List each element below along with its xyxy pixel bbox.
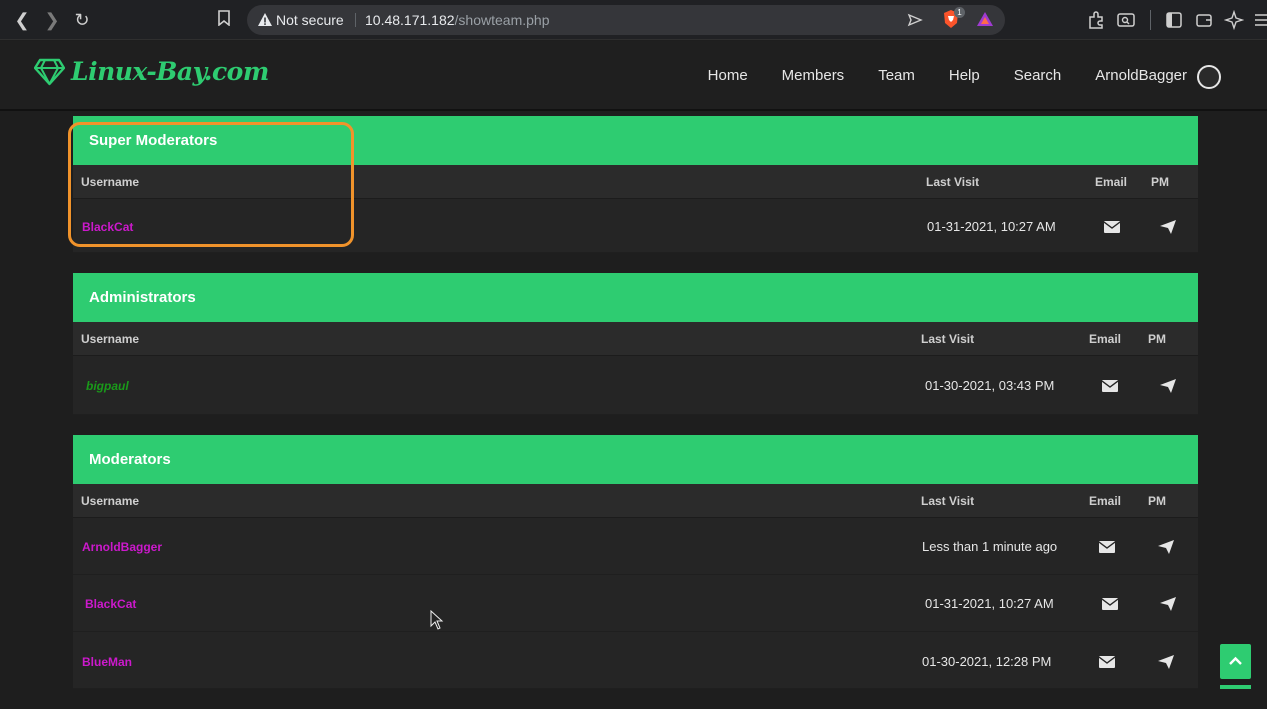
logo-text: Linux-Bay.com: [71, 57, 269, 86]
mouse-cursor: [430, 610, 444, 630]
col-last-visit: Last Visit: [921, 332, 975, 346]
main-nav: Home Members Team Help Search ArnoldBagg…: [674, 67, 1187, 84]
table-row: BlackCat 01-31-2021, 10:27 AM: [73, 575, 1198, 632]
email-icon[interactable]: [1099, 540, 1115, 554]
rewards-icon[interactable]: [976, 11, 994, 27]
nav-team[interactable]: Team: [878, 67, 915, 84]
scroll-button-edge[interactable]: [1220, 685, 1251, 689]
forward-icon[interactable]: ❯: [40, 8, 64, 32]
extensions-icon[interactable]: [1086, 10, 1106, 30]
col-username: Username: [81, 332, 140, 346]
col-email: Email: [1089, 332, 1122, 346]
email-icon[interactable]: [1099, 655, 1115, 669]
back-icon[interactable]: ❮: [10, 8, 34, 32]
sidebar-icon[interactable]: [1164, 10, 1184, 30]
url-text: 10.48.171.182/showteam.php: [365, 12, 550, 28]
browser-toolbar: ❮ ❯ ↻ Not secure 10.48.171.182/showteam.…: [0, 0, 1267, 40]
col-pm: PM: [1151, 175, 1169, 189]
leo-ai-icon[interactable]: [1224, 10, 1244, 30]
col-email: Email: [1095, 175, 1128, 189]
warning-icon: [258, 13, 272, 26]
col-pm: PM: [1148, 332, 1166, 346]
bookmark-icon[interactable]: [212, 8, 236, 32]
last-visit: Less than 1 minute ago: [922, 539, 1058, 554]
pm-send-icon[interactable]: [1160, 597, 1176, 611]
back-to-top-button[interactable]: [1220, 644, 1251, 679]
last-visit: 01-31-2021, 10:27 AM: [925, 596, 1054, 611]
col-pm: PM: [1148, 494, 1166, 508]
email-icon[interactable]: [1104, 220, 1120, 234]
nav-search[interactable]: Search: [1014, 67, 1062, 84]
site-header: Linux-Bay.com Home Members Team Help Sea…: [0, 41, 1267, 111]
diamond-icon: [34, 58, 65, 85]
last-visit: 01-31-2021, 10:27 AM: [927, 219, 1056, 234]
table-header: Username Last Visit Email PM: [73, 322, 1198, 356]
last-visit: 01-30-2021, 03:43 PM: [925, 378, 1055, 393]
email-icon[interactable]: [1102, 379, 1118, 393]
pm-send-icon[interactable]: [1158, 655, 1174, 669]
nav-help[interactable]: Help: [949, 67, 980, 84]
wallet-icon[interactable]: [1194, 10, 1214, 30]
pm-send-icon[interactable]: [1158, 540, 1174, 554]
nav-members[interactable]: Members: [782, 67, 845, 84]
pm-send-icon[interactable]: [1160, 379, 1176, 393]
table-row: ArnoldBagger Less than 1 minute ago: [73, 518, 1198, 575]
col-email: Email: [1089, 494, 1122, 508]
group-title: Administrators: [73, 273, 1198, 322]
share-icon[interactable]: [907, 12, 923, 28]
menu-icon[interactable]: [1252, 10, 1267, 30]
nav-home[interactable]: Home: [708, 67, 748, 84]
username-link[interactable]: BlueMan: [82, 655, 132, 669]
group-administrators: Administrators Username Last Visit Email…: [73, 273, 1198, 415]
chevron-up-icon: [1229, 656, 1242, 665]
group-title: Moderators: [73, 435, 1198, 484]
highlight-annotation: [68, 122, 354, 247]
group-moderators: Moderators Username Last Visit Email PM …: [73, 435, 1198, 689]
col-last-visit: Last Visit: [921, 494, 975, 508]
email-icon[interactable]: [1102, 597, 1118, 611]
brave-badge: 1: [954, 7, 965, 18]
reload-icon[interactable]: ↻: [70, 8, 94, 32]
col-username: Username: [81, 494, 140, 508]
last-visit: 01-30-2021, 12:28 PM: [922, 654, 1052, 669]
not-secure-label: Not secure: [276, 12, 344, 28]
table-header: Username Last Visit Email PM: [73, 484, 1198, 518]
username-link[interactable]: bigpaul: [86, 379, 129, 393]
table-row: bigpaul 01-30-2021, 03:43 PM: [73, 356, 1198, 415]
col-last-visit: Last Visit: [926, 175, 980, 189]
nav-user-menu[interactable]: ArnoldBagger: [1095, 67, 1187, 84]
address-bar[interactable]: Not secure 10.48.171.182/showteam.php: [247, 5, 1005, 35]
username-link[interactable]: ArnoldBagger: [82, 540, 162, 554]
site-logo[interactable]: Linux-Bay.com: [34, 57, 269, 86]
table-row: BlueMan 01-30-2021, 12:28 PM: [73, 632, 1198, 689]
avatar[interactable]: [1197, 65, 1221, 89]
pm-send-icon[interactable]: [1160, 220, 1176, 234]
tab-search-icon[interactable]: [1116, 10, 1136, 30]
username-link[interactable]: BlackCat: [85, 597, 136, 611]
